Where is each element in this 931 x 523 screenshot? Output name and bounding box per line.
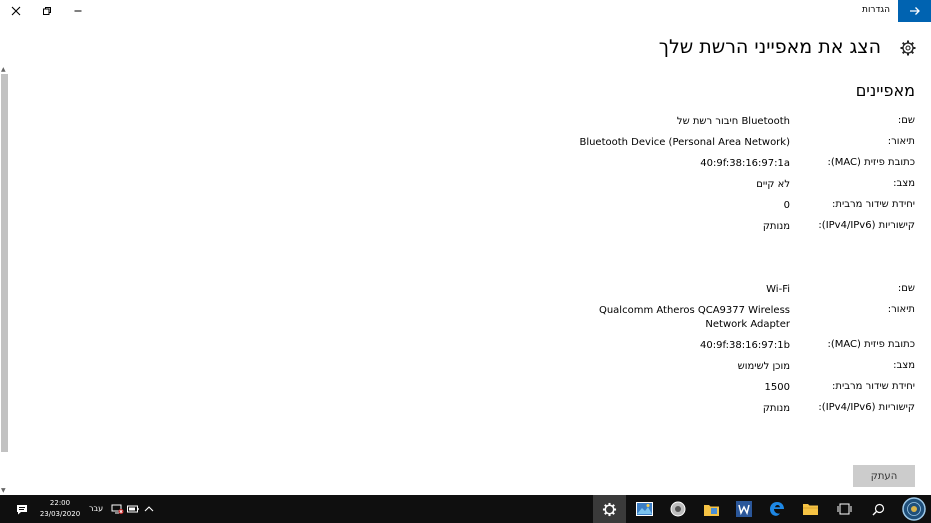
taskbar: 22:00 23/03/2020 עבר xyxy=(0,495,931,523)
app-title: הגדרות xyxy=(862,5,890,15)
property-label: קישוריות (IPv4/IPv6): xyxy=(818,220,915,231)
title-bar: הגדרות xyxy=(0,0,931,22)
battery-icon xyxy=(127,505,139,513)
scrollbar[interactable]: ▲ ▼ xyxy=(0,66,9,494)
show-hidden-icons-button[interactable] xyxy=(142,495,156,523)
network-status[interactable] xyxy=(109,495,125,523)
back-button[interactable] xyxy=(898,0,931,22)
copy-button[interactable]: העתק xyxy=(853,465,915,487)
folder-tools-icon xyxy=(703,504,719,516)
taskbar-app-word[interactable] xyxy=(728,495,760,523)
property-value: לא קיים xyxy=(756,179,790,190)
property-value: מנותק xyxy=(762,221,790,232)
gear-icon xyxy=(602,502,617,516)
arrow-right-icon xyxy=(909,7,920,15)
clock-time: 22:00 xyxy=(49,499,71,507)
start-button[interactable] xyxy=(896,495,931,523)
search-button[interactable] xyxy=(862,495,894,523)
property-value: חיבור רשת של Bluetooth xyxy=(676,116,790,127)
property-value: Wi-Fi xyxy=(766,284,790,295)
clock-date: 23/03/2020 xyxy=(39,510,81,518)
property-value: Qualcomm Atheros QCA9377 Wireless xyxy=(598,305,790,316)
taskbar-app-file-explorer[interactable] xyxy=(794,495,826,523)
gear-icon xyxy=(900,40,916,56)
property-label: מצב: xyxy=(893,178,915,189)
taskbar-app-tool[interactable] xyxy=(662,495,694,523)
app-tool-icon xyxy=(670,501,686,517)
scroll-thumb[interactable] xyxy=(1,74,8,452)
property-value-line2: Network Adapter xyxy=(705,319,790,330)
folder-icon xyxy=(802,504,818,515)
property-value: מנותק xyxy=(762,403,790,414)
search-icon xyxy=(872,503,884,515)
system-clock[interactable]: 22:00 23/03/2020 xyxy=(36,498,84,520)
word-icon xyxy=(736,501,752,517)
property-label: כתובת פיזית (MAC): xyxy=(827,157,915,168)
start-logo-icon xyxy=(901,497,926,521)
minimize-icon xyxy=(74,10,81,12)
minimize-button[interactable] xyxy=(62,0,93,22)
property-label: שם: xyxy=(897,115,915,126)
action-center-button[interactable] xyxy=(10,495,34,523)
property-label: תיאור: xyxy=(887,136,915,147)
network-disconnected-icon xyxy=(111,504,123,514)
property-value: 0 xyxy=(783,200,790,211)
property-value: מוכן לשימוש xyxy=(737,361,790,372)
taskbar-app-photos[interactable] xyxy=(628,495,660,523)
close-button[interactable] xyxy=(0,0,31,22)
task-view-button[interactable] xyxy=(828,495,860,523)
scroll-down-icon[interactable]: ▼ xyxy=(1,487,6,494)
task-view-icon xyxy=(837,503,851,515)
restore-icon xyxy=(42,7,51,15)
section-title: מאפיינים xyxy=(855,81,915,100)
taskbar-app-settings[interactable] xyxy=(593,495,626,523)
property-label: תיאור: xyxy=(887,304,915,315)
property-label: יחידת שידור מרבית: xyxy=(832,199,915,210)
restore-button[interactable] xyxy=(31,0,62,22)
property-label: כתובת פיזית (MAC): xyxy=(827,339,915,350)
edge-icon xyxy=(770,502,784,516)
photos-icon xyxy=(635,502,653,516)
property-value: 40:9f:38:16:97:1a xyxy=(700,158,790,169)
notification-icon xyxy=(17,504,27,514)
property-value: Bluetooth Device (Personal Area Network) xyxy=(579,137,790,148)
scroll-up-icon[interactable]: ▲ xyxy=(1,66,6,73)
property-value: 40:9f:38:16:97:1b xyxy=(700,340,790,351)
property-label: קישוריות (IPv4/IPv6): xyxy=(818,402,915,413)
taskbar-app-file-explorer-tools[interactable] xyxy=(695,495,727,523)
battery-status[interactable] xyxy=(126,495,140,523)
property-label: שם: xyxy=(897,283,915,294)
property-value: 1500 xyxy=(764,382,790,393)
language-indicator[interactable]: עבר xyxy=(89,504,103,513)
property-label: מצב: xyxy=(893,360,915,371)
page-title: הצג את מאפייני הרשת שלך xyxy=(658,36,881,58)
chevron-up-icon xyxy=(144,506,154,512)
taskbar-app-edge[interactable] xyxy=(761,495,793,523)
property-label: יחידת שידור מרבית: xyxy=(832,381,915,392)
close-icon xyxy=(11,6,20,16)
